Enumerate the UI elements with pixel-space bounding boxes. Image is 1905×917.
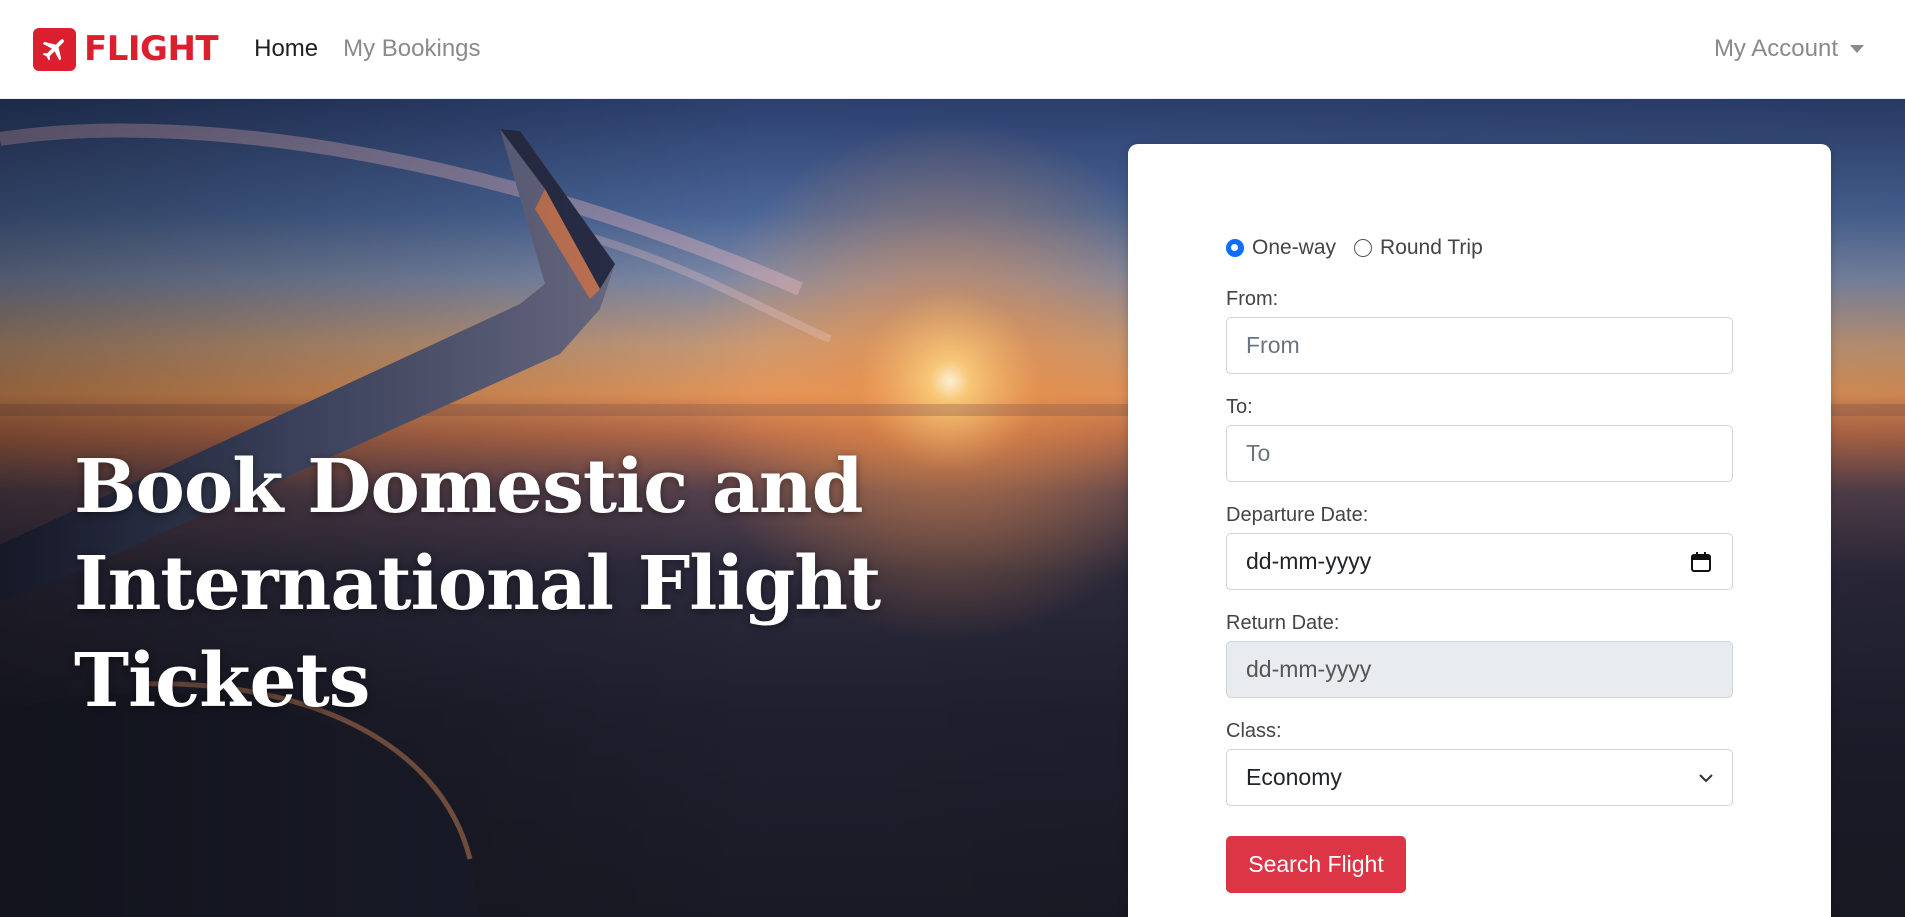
nav-my-bookings-link[interactable]: My Bookings [343, 35, 480, 63]
departure-date-placeholder: dd-mm-yyyy [1246, 548, 1372, 574]
search-flight-button[interactable]: Search Flight [1226, 836, 1406, 893]
return-date-input[interactable]: dd-mm-yyyy [1226, 641, 1733, 698]
my-account-dropdown[interactable]: My Account [1714, 35, 1864, 63]
round-trip-label: Round Trip [1380, 236, 1483, 259]
departure-date-label: Departure Date: [1226, 504, 1369, 526]
brand-name: FLIGHT [84, 29, 219, 69]
from-label: From: [1226, 288, 1279, 310]
airplane-icon [33, 27, 76, 71]
class-select[interactable]: Economy [1226, 749, 1733, 806]
hero-title: Book Domestic and International Flight T… [74, 444, 881, 724]
nav-home-link[interactable]: Home [254, 35, 318, 63]
chevron-down-icon [1699, 774, 1713, 783]
class-label: Class: [1226, 720, 1282, 742]
trip-option-round-trip[interactable]: Round Trip [1354, 236, 1483, 260]
one-way-radio[interactable] [1226, 239, 1244, 257]
flight-search-card: One-way Round Trip From: From To: To Dep… [1128, 144, 1831, 917]
brand-logo[interactable]: FLIGHT [33, 27, 219, 71]
round-trip-radio[interactable] [1354, 239, 1373, 257]
one-way-label: One-way [1252, 236, 1337, 259]
my-account-label: My Account [1713, 35, 1838, 62]
departure-date-input[interactable]: dd-mm-yyyy [1226, 533, 1733, 590]
nav-links: Home My Bookings [254, 35, 505, 63]
to-input[interactable]: To [1226, 425, 1733, 482]
class-selected-value: Economy [1246, 764, 1342, 790]
trip-option-one-way[interactable]: One-way [1226, 236, 1336, 260]
calendar-icon[interactable] [1690, 551, 1712, 573]
from-input[interactable]: From [1226, 317, 1733, 374]
return-date-label: Return Date: [1226, 612, 1340, 634]
caret-down-icon [1850, 45, 1864, 53]
trip-type-group: One-way Round Trip [1226, 236, 1501, 260]
to-label: To: [1226, 396, 1253, 418]
navbar: FLIGHT Home My Bookings My Account [0, 0, 1905, 99]
